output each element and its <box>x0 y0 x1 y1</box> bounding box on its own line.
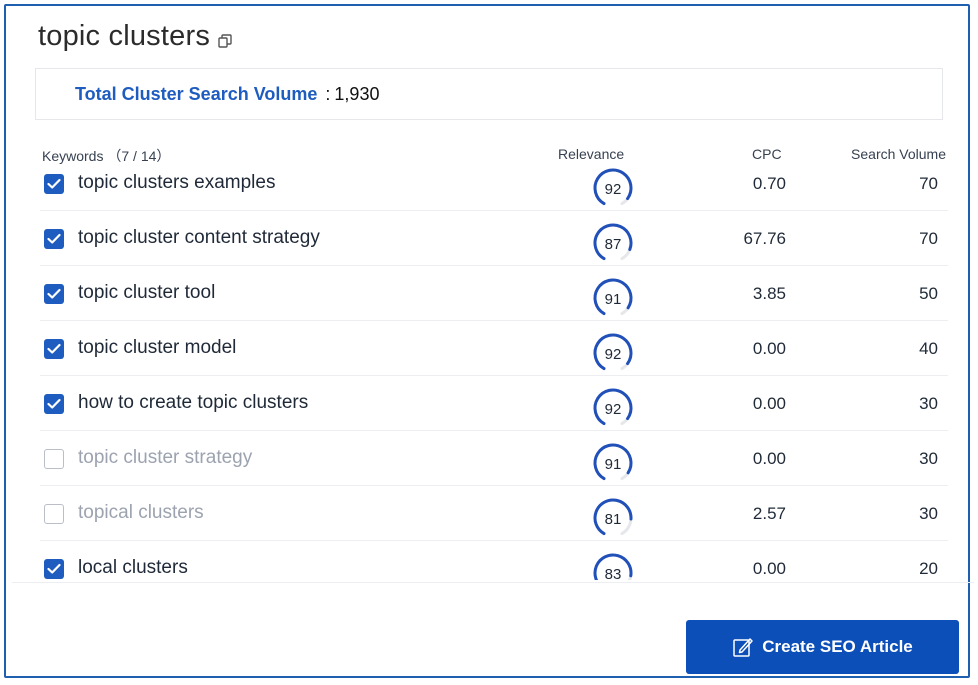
keyword-row[interactable]: topic cluster content strategy 87 67.76 70 <box>40 211 948 266</box>
edit-icon <box>733 638 753 657</box>
checkmark-icon <box>47 178 61 189</box>
copy-icon[interactable] <box>218 33 232 48</box>
relevance-gauge: 92 <box>590 166 636 206</box>
create-seo-article-label: Create SEO Article <box>762 637 913 656</box>
relevance-value: 92 <box>605 181 622 198</box>
checked-checkbox[interactable] <box>44 559 64 579</box>
footer-divider <box>12 582 974 583</box>
cpc-value: 0.70 <box>752 174 786 193</box>
keyword-row[interactable]: topic cluster tool 91 3.85 50 <box>40 266 948 321</box>
keyword-text: topic cluster model <box>78 337 237 358</box>
keyword-row[interactable]: topic cluster strategy 91 0.00 30 <box>40 431 948 486</box>
checked-checkbox[interactable] <box>44 339 64 359</box>
keyword-row[interactable]: local clusters 83 0.00 20 <box>40 541 948 580</box>
checkmark-icon <box>47 563 61 574</box>
summary-separator: : <box>325 83 331 104</box>
unchecked-checkbox[interactable] <box>44 504 64 524</box>
search-volume-value: 20 <box>919 559 938 578</box>
cpc-value: 67.76 <box>743 229 786 248</box>
unchecked-checkbox[interactable] <box>44 449 64 469</box>
relevance-value: 92 <box>605 346 622 363</box>
relevance-gauge: 87 <box>590 221 636 261</box>
relevance-value: 81 <box>605 511 622 528</box>
summary-value: 1,930 <box>334 83 380 104</box>
create-seo-article-button[interactable]: Create SEO Article <box>686 620 959 674</box>
search-volume-value: 70 <box>919 229 938 248</box>
relevance-gauge: 91 <box>590 441 636 481</box>
cpc-value: 0.00 <box>752 339 786 358</box>
keyword-row[interactable]: topical clusters 81 2.57 30 <box>40 486 948 541</box>
search-volume-value: 70 <box>919 174 938 193</box>
summary-box: Total Cluster Search Volume : 1,930 <box>35 68 943 120</box>
checkmark-icon <box>47 288 61 299</box>
search-volume-value: 40 <box>919 339 938 358</box>
page-title: topic clusters <box>38 20 211 52</box>
summary-label: Total Cluster Search Volume <box>75 83 318 104</box>
relevance-value: 91 <box>605 291 622 308</box>
cpc-value: 0.00 <box>752 394 786 413</box>
checkmark-icon <box>47 343 61 354</box>
cpc-value: 0.00 <box>752 559 786 578</box>
topic-cluster-panel: topic clusters Total Cluster Search Volu… <box>4 4 974 678</box>
keyword-row[interactable]: topic clusters examples 92 0.70 70 <box>40 156 948 211</box>
keyword-text: topic cluster tool <box>78 282 216 303</box>
relevance-gauge: 92 <box>590 386 636 426</box>
keyword-text: local clusters <box>78 557 188 578</box>
checked-checkbox[interactable] <box>44 229 64 249</box>
relevance-gauge: 83 <box>590 551 636 580</box>
relevance-gauge: 92 <box>590 331 636 371</box>
relevance-gauge: 91 <box>590 276 636 316</box>
relevance-value: 87 <box>605 236 622 253</box>
search-volume-value: 30 <box>919 449 938 468</box>
keyword-row[interactable]: topic cluster model 92 0.00 40 <box>40 321 948 376</box>
keyword-text: topic cluster content strategy <box>78 227 320 248</box>
keyword-text: topic clusters examples <box>78 172 276 193</box>
keyword-table: topic clusters examples 92 0.70 70 topic clu… <box>40 156 948 580</box>
checked-checkbox[interactable] <box>44 394 64 414</box>
search-volume-value: 50 <box>919 284 938 303</box>
relevance-value: 91 <box>605 456 622 473</box>
cpc-value: 2.57 <box>752 504 786 523</box>
search-volume-value: 30 <box>919 394 938 413</box>
checkmark-icon <box>47 233 61 244</box>
relevance-value: 83 <box>605 566 622 580</box>
keyword-text: topical clusters <box>78 502 204 523</box>
relevance-value: 92 <box>605 401 622 418</box>
relevance-gauge: 81 <box>590 496 636 536</box>
title-row: topic clusters <box>38 20 232 53</box>
keyword-text: how to create topic clusters <box>78 392 309 413</box>
search-volume-value: 30 <box>919 504 938 523</box>
keyword-row[interactable]: how to create topic clusters 92 0.00 30 <box>40 376 948 431</box>
cpc-value: 3.85 <box>752 284 786 303</box>
keyword-text: topic cluster strategy <box>78 447 253 468</box>
checked-checkbox[interactable] <box>44 284 64 304</box>
checkmark-icon <box>47 398 61 409</box>
cpc-value: 0.00 <box>752 449 786 468</box>
checked-checkbox[interactable] <box>44 174 64 194</box>
